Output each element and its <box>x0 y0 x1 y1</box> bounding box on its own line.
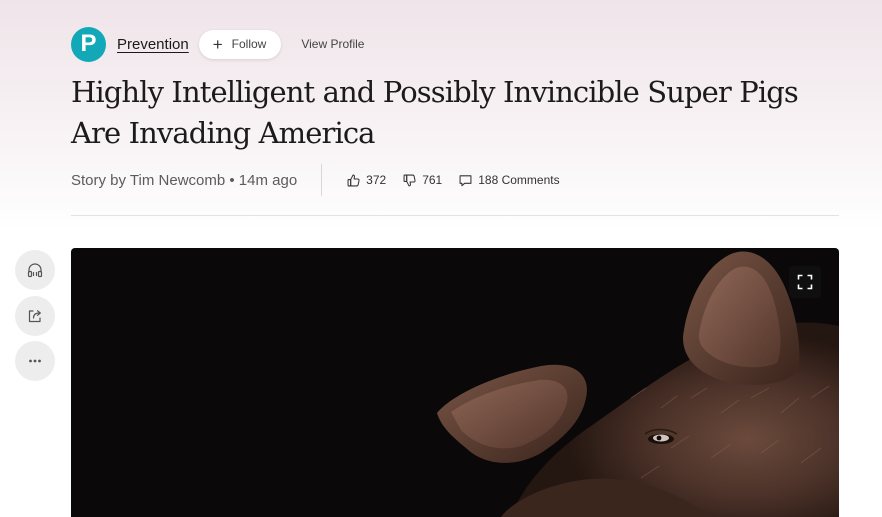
article-byline: Story by Tim Newcomb • 14m ago <box>71 171 298 189</box>
meta-divider <box>321 164 323 196</box>
article-page: P Prevention + Follow View Profile Highl… <box>0 0 882 517</box>
view-profile-link[interactable]: View Profile <box>301 37 364 51</box>
more-icon <box>29 359 41 363</box>
share-icon <box>28 310 41 323</box>
share-button[interactable] <box>15 296 55 336</box>
hero-image[interactable] <box>71 248 839 517</box>
listen-button[interactable] <box>15 250 55 290</box>
like-count: 372 <box>366 173 387 187</box>
publisher-logo[interactable]: P <box>71 26 106 62</box>
publisher-logo-letter: P <box>80 30 97 57</box>
plus-icon: + <box>212 34 223 54</box>
article-meta-row: Story by Tim Newcomb • 14m ago 372 761 1… <box>71 164 560 196</box>
publisher-row: P Prevention + Follow View Profile <box>71 26 364 62</box>
more-options-button[interactable] <box>15 341 55 381</box>
headphones-icon <box>27 263 43 278</box>
follow-button[interactable]: + Follow <box>198 29 282 59</box>
comment-icon <box>459 174 472 186</box>
fullscreen-icon <box>797 274 813 290</box>
dislike-button[interactable]: 761 <box>402 173 442 188</box>
dislike-count: 761 <box>422 173 443 187</box>
thumbs-up-icon <box>347 174 360 186</box>
publisher-name-link[interactable]: Prevention <box>117 36 189 53</box>
article-title: Highly Intelligent and Possibly Invincib… <box>71 75 799 150</box>
like-button[interactable]: 372 <box>346 173 386 188</box>
comment-count: 188 Comments <box>478 173 560 187</box>
thumbs-down-icon <box>403 174 416 186</box>
comments-button[interactable]: 188 Comments <box>458 173 560 188</box>
follow-label: Follow <box>231 37 267 51</box>
pig-photo <box>437 251 839 517</box>
expand-image-button[interactable] <box>789 266 821 298</box>
header-divider <box>71 215 839 216</box>
